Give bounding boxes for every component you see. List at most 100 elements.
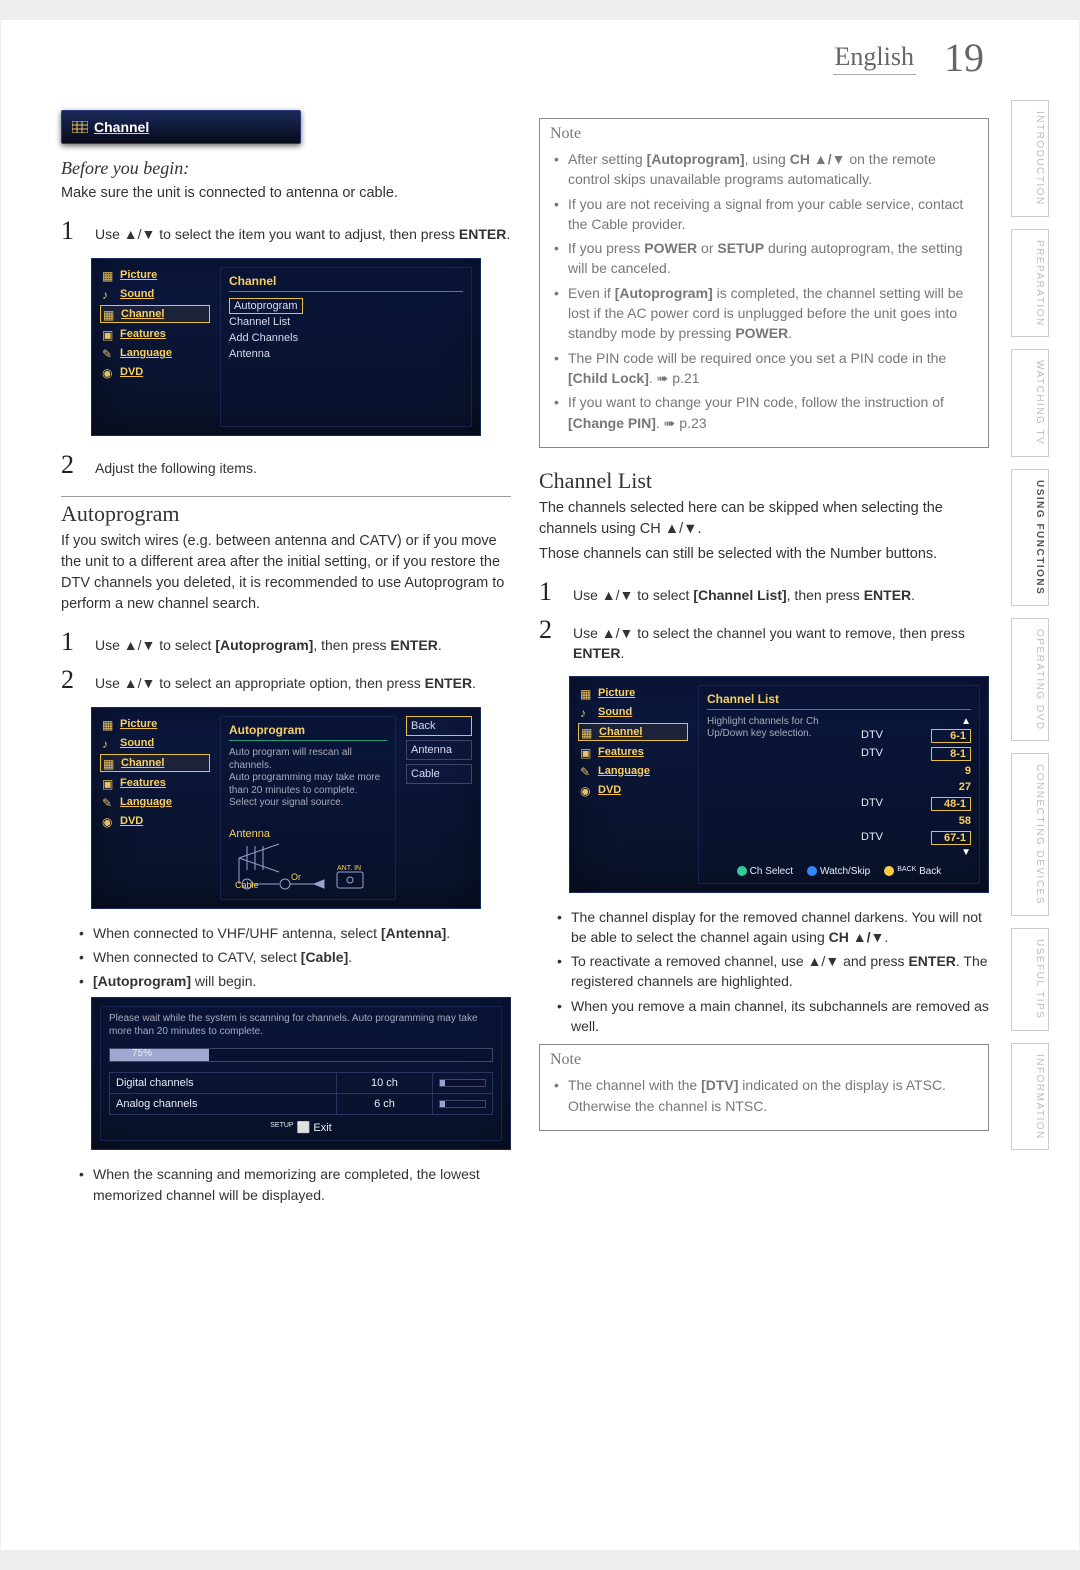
- bullet-item: [Autoprogram] will begin.: [79, 971, 511, 991]
- exit-row: SETUP ⬜ Exit: [109, 1115, 493, 1134]
- note-item: The PIN code will be required once you s…: [554, 348, 978, 389]
- bullet-item: When connected to CATV, select [Cable].: [79, 947, 511, 967]
- progress-bar: 75%: [109, 1048, 493, 1062]
- left-column: Channel Before you begin: Make sure the …: [61, 110, 511, 1490]
- osd-autoprogram: ▦Picture ♪Sound ▦Channel ▣Features ✎Language…: [91, 707, 481, 909]
- autoprogram-intro: If you switch wires (e.g. between antenn…: [61, 531, 511, 615]
- side-tab[interactable]: USEFUL TIPS: [1011, 928, 1049, 1030]
- channel-row[interactable]: 58: [861, 813, 971, 829]
- digital-value: 10 ch: [336, 1073, 432, 1094]
- setup-icon: SETUP: [270, 1122, 293, 1129]
- note-item: Even if [Autoprogram] is completed, the …: [554, 283, 978, 344]
- page-header: English 19: [833, 38, 984, 78]
- osd-menu-item[interactable]: ▦Picture: [578, 685, 688, 701]
- pane-title: Channel List: [707, 692, 971, 710]
- step-text: Use ▲/▼ to select the item you want to a…: [95, 224, 511, 244]
- osd-menu-item[interactable]: ◉DVD: [578, 782, 688, 798]
- osd-menu-item[interactable]: ◉DVD: [100, 364, 210, 380]
- note-1-list: After setting [Autoprogram], using CH ▲/…: [554, 149, 978, 433]
- note-item: If you press POWER or SETUP during autop…: [554, 238, 978, 279]
- scroll-up-icon[interactable]: ▲: [861, 716, 971, 727]
- osd-menu-item[interactable]: ✎Language: [578, 763, 688, 779]
- pane-row[interactable]: Add Channels: [229, 330, 463, 346]
- osd-menu-item[interactable]: ♪Sound: [578, 704, 688, 720]
- osd-pane-autoprogram: Autoprogram Auto program will rescan all…: [220, 716, 396, 900]
- note-item: The channel with the [DTV] indicated on …: [554, 1075, 978, 1116]
- osd-menu-item[interactable]: ▣Features: [100, 326, 210, 342]
- note-2-list: The channel with the [DTV] indicated on …: [554, 1075, 978, 1116]
- ch-select-label: Ch Select: [750, 866, 793, 877]
- pane-row[interactable]: Antenna: [229, 346, 463, 362]
- side-tabs: INTRODUCTION PREPARATION WATCHING TV USING …: [1011, 100, 1049, 1150]
- osd-menu-item[interactable]: ▣Features: [100, 775, 210, 791]
- side-tab[interactable]: USING FUNCTIONS: [1011, 469, 1049, 606]
- osd-menu-item[interactable]: ♪Sound: [100, 286, 210, 302]
- osd-menu-item[interactable]: ▣Features: [578, 744, 688, 760]
- osd-menu-item[interactable]: ▦Channel: [578, 723, 688, 741]
- osd-menu-item[interactable]: ♪Sound: [100, 735, 210, 751]
- pane-title: Autoprogram: [229, 723, 387, 741]
- before-you-begin-heading: Before you begin:: [61, 158, 511, 179]
- side-tab[interactable]: WATCHING TV: [1011, 349, 1049, 456]
- post-progress-bullet: When the scanning and memorizing are com…: [79, 1164, 511, 1205]
- osd-menu-item[interactable]: ▦Picture: [100, 716, 210, 732]
- side-tab[interactable]: OPERATING DVD: [1011, 618, 1049, 742]
- side-tab[interactable]: INTRODUCTION: [1011, 100, 1049, 217]
- analog-label: Analog channels: [110, 1094, 337, 1115]
- channel-row[interactable]: 9: [861, 763, 971, 779]
- note-box-2: Note The channel with the [DTV] indicate…: [539, 1044, 989, 1131]
- step-text: Adjust the following items.: [95, 458, 511, 478]
- osd-menu-item[interactable]: ▦Picture: [100, 267, 210, 283]
- intro-steps-cont: Adjust the following items.: [61, 450, 511, 480]
- osd-menu-item[interactable]: ▦Channel: [100, 754, 210, 772]
- osd-pane: Channel AutoprogramChannel ListAdd Chann…: [220, 267, 472, 427]
- step-text: Use ▲/▼ to select [Channel List], then p…: [573, 585, 989, 605]
- side-tab[interactable]: INFORMATION: [1011, 1043, 1049, 1151]
- pane-row[interactable]: Autoprogram: [229, 298, 303, 314]
- channel-banner: Channel: [61, 110, 301, 144]
- osd-menu-item[interactable]: ✎Language: [100, 794, 210, 810]
- note-title: Note: [550, 1051, 978, 1069]
- watch-skip-label: Watch/Skip: [820, 866, 870, 877]
- green-dot-icon: [737, 866, 747, 876]
- pane-title: Channel: [229, 274, 463, 292]
- osd-side-button[interactable]: Back: [406, 716, 472, 736]
- channel-row[interactable]: DTV8-1: [861, 745, 971, 763]
- channel-list-pane: Channel List Highlight channels for Ch U…: [698, 685, 980, 884]
- channel-list-bullets: The channel display for the removed chan…: [557, 907, 989, 1037]
- intro-steps: Use ▲/▼ to select the item you want to a…: [61, 216, 511, 246]
- side-tab[interactable]: CONNECTING DEVICES: [1011, 753, 1049, 916]
- banner-label: Channel: [94, 119, 149, 135]
- osd-menu-item[interactable]: ◉DVD: [100, 813, 210, 829]
- side-tab[interactable]: PREPARATION: [1011, 229, 1049, 338]
- antenna-diagram-svg: Cable Or ANT. IN: [229, 840, 369, 890]
- before-you-begin-text: Make sure the unit is connected to anten…: [61, 183, 511, 204]
- bullet-item: When you remove a main channel, its subc…: [557, 996, 989, 1037]
- cable-label: Cable: [235, 880, 259, 890]
- or-label: Or: [291, 872, 301, 882]
- osd-channel-menu: ▦Picture ♪Sound ▦Channel ▣Features ✎Language…: [91, 258, 481, 436]
- note-box-1: Note After setting [Autoprogram], using …: [539, 118, 989, 448]
- pane-row[interactable]: Channel List: [229, 314, 463, 330]
- channel-list-intro-1: The channels selected here can be skippe…: [539, 498, 989, 540]
- channel-row[interactable]: DTV48-1: [861, 795, 971, 813]
- osd-menu-item[interactable]: ▦Channel: [100, 305, 210, 323]
- channel-row[interactable]: DTV67-1: [861, 829, 971, 847]
- blue-dot-icon: [807, 866, 817, 876]
- osd-side-button[interactable]: Antenna: [406, 740, 472, 760]
- note-item: If you want to change your PIN code, fol…: [554, 392, 978, 433]
- back-icon-label: BACK: [897, 866, 916, 873]
- scroll-down-icon[interactable]: ▼: [861, 847, 971, 858]
- autoprogram-bullets: When connected to VHF/UHF antenna, selec…: [79, 923, 511, 992]
- osd-side-button[interactable]: Cable: [406, 764, 472, 784]
- autoprogram-steps: Use ▲/▼ to select [Autoprogram], then pr…: [61, 627, 511, 695]
- channel-row[interactable]: DTV6-1: [861, 727, 971, 745]
- channel-row[interactable]: 27: [861, 779, 971, 795]
- bullet-item: When connected to VHF/UHF antenna, selec…: [79, 923, 511, 943]
- osd-menu-item[interactable]: ✎Language: [100, 345, 210, 361]
- grid-icon: [72, 121, 88, 133]
- bullet-item: To reactivate a removed channel, use ▲/▼…: [557, 951, 989, 992]
- back-label: Back: [919, 866, 941, 877]
- progress-wait-text: Please wait while the system is scanning…: [109, 1013, 493, 1038]
- page-number: 19: [944, 38, 984, 78]
